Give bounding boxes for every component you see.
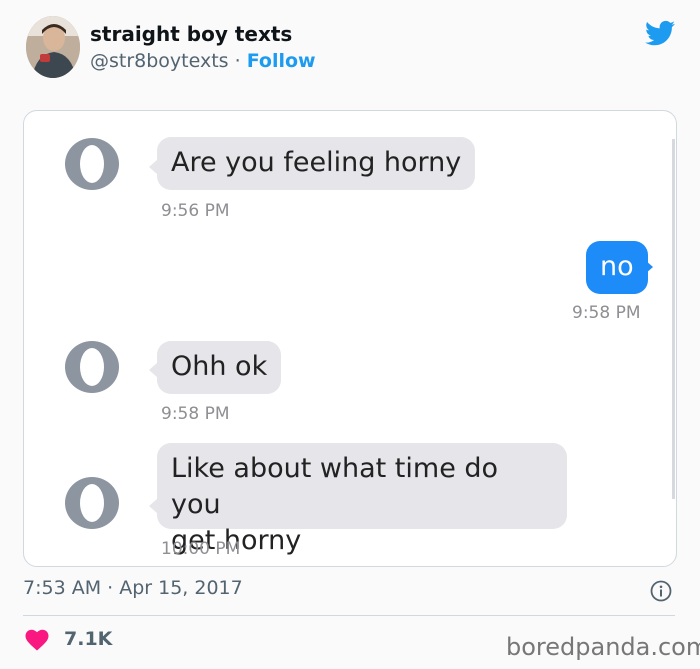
message-time: 9:58 PM [161,404,230,424]
message-time: 9:58 PM [572,303,641,323]
watermark: boredpanda.com [506,633,700,661]
message-time: 9:56 PM [161,201,230,221]
contact-icon [65,138,119,190]
message-text: no [600,251,634,282]
display-name[interactable]: straight boy texts [90,22,292,46]
message-text-line: Like about what time do you [171,453,499,520]
like-count[interactable]: 7.1K [64,628,112,650]
media-card[interactable]: Are you feeling horny 9:56 PM no 9:58 PM… [23,110,677,567]
bubble-tail [149,363,157,377]
tweet-timestamp[interactable]: 7:53 AM · Apr 15, 2017 [23,577,243,599]
message-text: Are you feeling horny [171,147,462,178]
follow-button[interactable]: Follow [247,50,316,72]
received-message: Ohh ok [157,341,282,394]
avatar[interactable] [26,16,80,78]
contact-icon [65,477,119,529]
bubble-tail [645,260,653,274]
handle-line: @str8boytexts · Follow [90,50,316,72]
text-conversation-screenshot: Are you feeling horny 9:56 PM no 9:58 PM… [45,123,675,566]
received-message: Like about what time do you get horny [157,443,567,556]
message-text: Ohh ok [171,351,268,382]
heart-icon[interactable] [25,629,49,651]
separator: · [228,50,247,72]
message-time: 10:00 PM [161,539,241,559]
info-icon[interactable] [650,580,672,602]
divider [23,615,675,616]
twitter-bird-icon[interactable] [644,18,677,48]
bubble-tail [149,160,157,174]
scrollbar [672,139,675,499]
bubble-tail [149,499,157,513]
handle[interactable]: @str8boytexts [90,50,229,72]
sent-message: no [586,241,648,294]
contact-icon [65,341,119,393]
received-message: Are you feeling horny [157,137,476,190]
